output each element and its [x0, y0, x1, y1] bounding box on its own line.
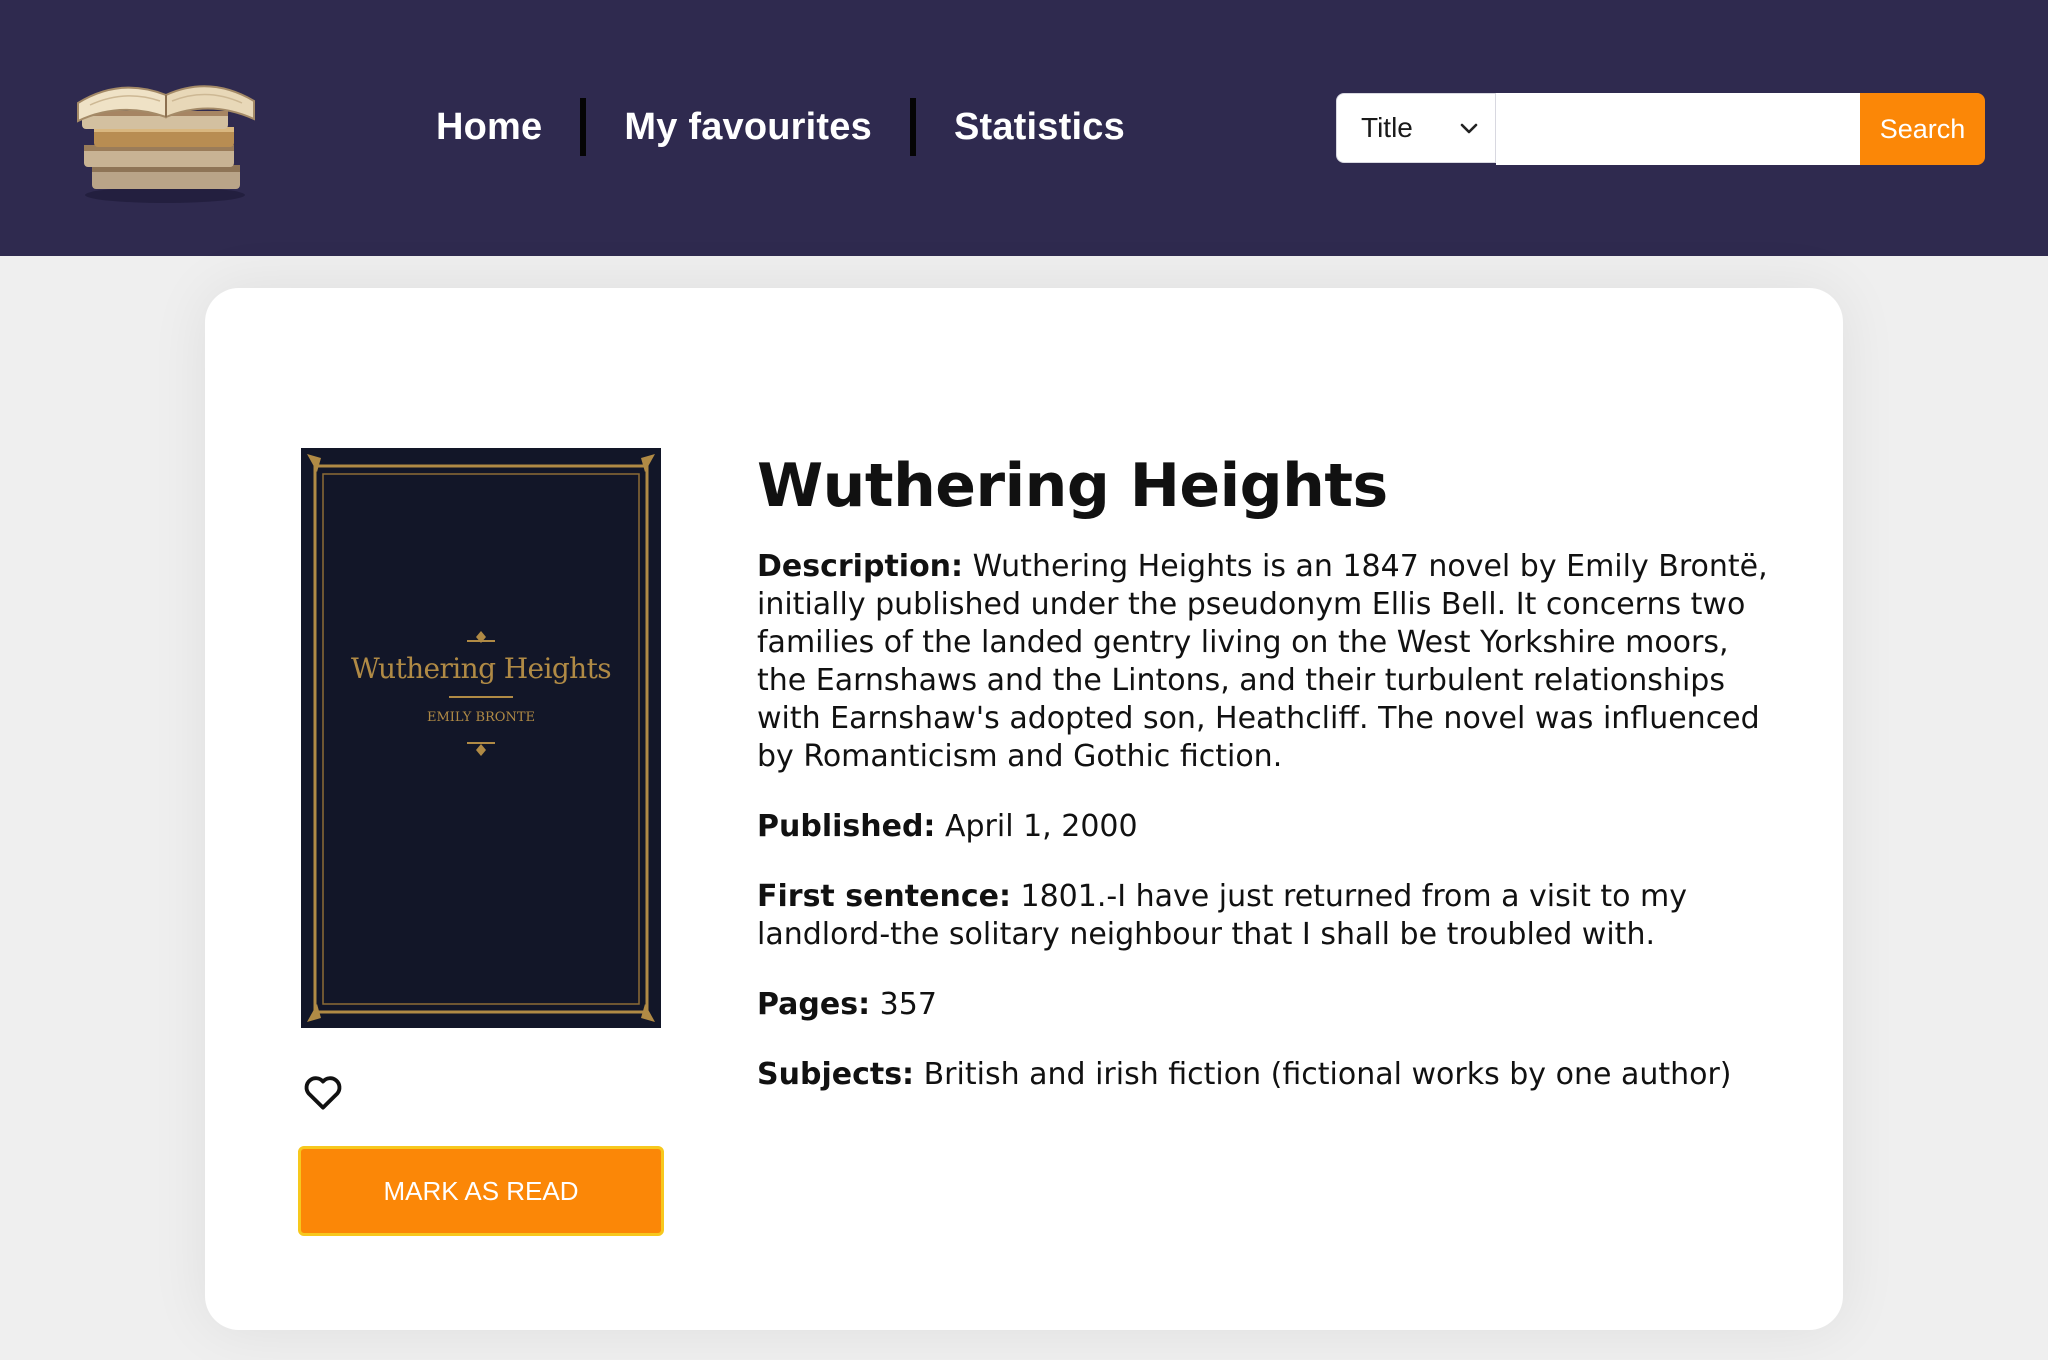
books-stack-logo[interactable]	[70, 55, 270, 205]
field-label: Published:	[757, 809, 936, 844]
book-details-card: Wuthering Heights EMILY BRONTE MARK AS R…	[205, 288, 1843, 1330]
subjects-field: Subjects: British and irish fiction (fic…	[757, 1056, 1777, 1094]
nav-statistics-link[interactable]: Statistics	[954, 106, 1125, 149]
top-navigation-bar: Home My favourites Statistics Title Sear…	[0, 0, 2048, 256]
nav-divider	[580, 98, 587, 156]
field-label: Pages:	[757, 987, 871, 1022]
nav-home-link[interactable]: Home	[436, 106, 542, 149]
book-title: Wuthering Heights	[757, 451, 1388, 521]
main-nav: Home My favourites Statistics	[436, 92, 1125, 162]
cover-title: Wuthering Heights	[350, 652, 612, 685]
nav-my-favourites-link[interactable]: My favourites	[624, 106, 872, 149]
chevron-down-icon	[1460, 123, 1478, 134]
cover-author: EMILY BRONTE	[427, 710, 535, 725]
search-filter-select[interactable]: Title	[1336, 93, 1496, 163]
field-value: April 1, 2000	[944, 809, 1138, 844]
pages-field: Pages: 357	[757, 986, 1777, 1024]
description-field: Description: Wuthering Heights is an 184…	[757, 548, 1777, 776]
nav-divider	[909, 98, 916, 156]
field-label: Description:	[757, 549, 964, 584]
first-sentence-field: First sentence: 1801.-I have just return…	[757, 878, 1777, 954]
field-value: 357	[879, 987, 937, 1022]
book-cover-image: Wuthering Heights EMILY BRONTE	[301, 448, 661, 1028]
search-bar: Title Search	[1336, 93, 1985, 165]
search-filter-value: Title	[1361, 112, 1413, 143]
search-input[interactable]	[1496, 93, 1860, 165]
book-details: Wuthering Heights Description: Wuthering…	[757, 450, 1777, 1126]
heart-outline-icon[interactable]	[301, 1070, 345, 1114]
field-value: British and irish fiction (fictional wor…	[923, 1057, 1732, 1092]
field-label: First sentence:	[757, 879, 1011, 914]
published-field: Published: April 1, 2000	[757, 808, 1777, 846]
field-label: Subjects:	[757, 1057, 915, 1092]
search-button[interactable]: Search	[1860, 93, 1985, 165]
mark-as-read-button[interactable]: MARK AS READ	[298, 1146, 664, 1236]
